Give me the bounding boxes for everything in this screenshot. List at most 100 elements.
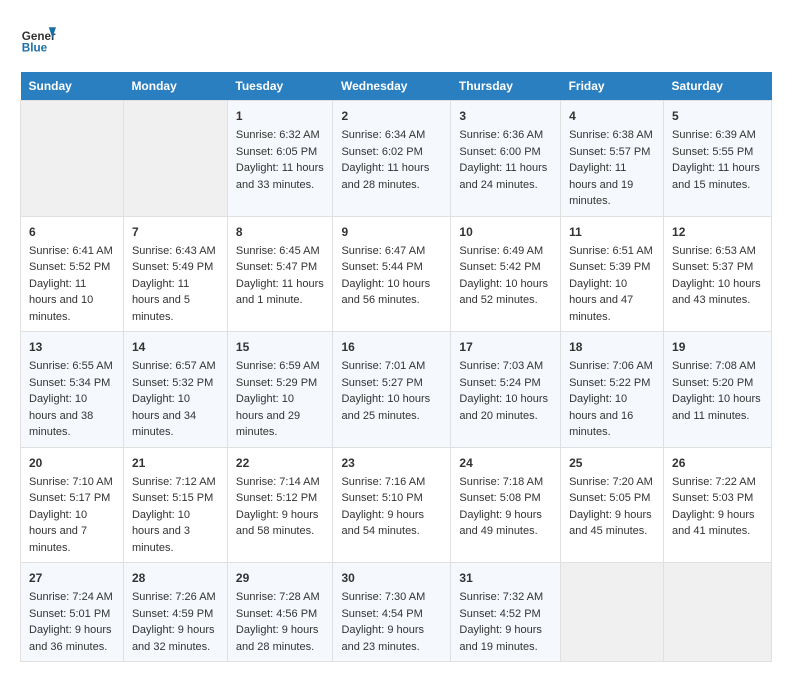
sunset-text: Sunset: 6:05 PM [236, 144, 325, 161]
sunset-text: Sunset: 5:47 PM [236, 259, 325, 276]
sunrise-text: Sunrise: 7:30 AM [341, 589, 442, 606]
logo: General Blue [20, 20, 56, 56]
sunset-text: Sunset: 5:03 PM [672, 490, 763, 507]
daylight-text: Daylight: 10 hours and 16 minutes. [569, 391, 655, 441]
calendar-cell: 29Sunrise: 7:28 AMSunset: 4:56 PMDayligh… [227, 563, 333, 662]
calendar-cell: 12Sunrise: 6:53 AMSunset: 5:37 PMDayligh… [664, 216, 772, 332]
day-number: 8 [236, 223, 325, 241]
sunset-text: Sunset: 5:01 PM [29, 606, 115, 623]
day-number: 25 [569, 454, 655, 472]
day-number: 15 [236, 338, 325, 356]
sunset-text: Sunset: 5:29 PM [236, 375, 325, 392]
header-thursday: Thursday [451, 72, 561, 101]
sunset-text: Sunset: 5:34 PM [29, 375, 115, 392]
calendar-cell: 18Sunrise: 7:06 AMSunset: 5:22 PMDayligh… [561, 332, 664, 448]
calendar-cell: 15 Sunrise: 6:59 AMSunset: 5:29 PMDayligh… [227, 332, 333, 448]
daylight-text: Daylight: 10 hours and 3 minutes. [132, 507, 219, 557]
logo-icon: General Blue [20, 20, 56, 56]
day-number: 28 [132, 569, 219, 587]
calendar-cell: 11Sunrise: 6:51 AMSunset: 5:39 PMDayligh… [561, 216, 664, 332]
sunset-text: Sunset: 5:12 PM [236, 490, 325, 507]
sunrise-text: Sunrise: 7:12 AM [132, 474, 219, 491]
calendar-cell: 28Sunrise: 7:26 AMSunset: 4:59 PMDayligh… [123, 563, 227, 662]
sunrise-text: Sunrise: 6:36 AM [459, 127, 552, 144]
daylight-text: Daylight: 9 hours and 36 minutes. [29, 622, 115, 655]
sunrise-text: Sunrise: 7:32 AM [459, 589, 552, 606]
sunset-text: Sunset: 4:59 PM [132, 606, 219, 623]
sunset-text: Sunset: 5:37 PM [672, 259, 763, 276]
calendar-cell: 26Sunrise: 7:22 AMSunset: 5:03 PMDayligh… [664, 447, 772, 563]
daylight-text: Daylight: 11 hours and 24 minutes. [459, 160, 552, 193]
day-number: 16 [341, 338, 442, 356]
calendar-cell [664, 563, 772, 662]
calendar-cell: 31Sunrise: 7:32 AMSunset: 4:52 PMDayligh… [451, 563, 561, 662]
sunrise-text: Sunrise: 7:28 AM [236, 589, 325, 606]
sunrise-text: Sunrise: 6:53 AM [672, 243, 763, 260]
daylight-text: Daylight: 10 hours and 7 minutes. [29, 507, 115, 557]
calendar-week-3: 13 Sunrise: 6:55 AMSunset: 5:34 PM Dayligh… [21, 332, 772, 448]
sunrise-text: Sunrise: 6:45 AM [236, 243, 325, 260]
sunrise-text: Sunrise: 6:39 AM [672, 127, 763, 144]
day-number: 5 [672, 107, 763, 125]
sunset-text: Sunset: 6:00 PM [459, 144, 552, 161]
header-monday: Monday [123, 72, 227, 101]
daylight-text: Daylight: 10 hours and 52 minutes. [459, 276, 552, 309]
sunrise-text: Sunrise: 6:49 AM [459, 243, 552, 260]
day-number: 10 [459, 223, 552, 241]
day-number: 4 [569, 107, 655, 125]
sunset-text: Sunset: 5:27 PM [341, 375, 442, 392]
sunrise-text: Sunrise: 6:59 AM [236, 358, 325, 375]
sunset-text: Sunset: 4:56 PM [236, 606, 325, 623]
calendar-cell [21, 101, 124, 217]
sunset-text: Sunset: 5:08 PM [459, 490, 552, 507]
daylight-text: Daylight: 9 hours and 49 minutes. [459, 507, 552, 540]
calendar-cell: 13Sunrise: 6:55 AMSunset: 5:34 PMDayligh… [21, 332, 124, 448]
sunset-text: Sunset: 5:32 PM [132, 375, 219, 392]
daylight-text: Daylight: 11 hours and 28 minutes. [341, 160, 442, 193]
daylight-text: Daylight: 9 hours and 19 minutes. [459, 622, 552, 655]
sunset-text: Sunset: 6:02 PM [341, 144, 442, 161]
sunset-text: Sunset: 5:22 PM [569, 375, 655, 392]
daylight-text: Daylight: 10 hours and 11 minutes. [672, 391, 763, 424]
calendar-cell: 1Sunrise: 6:32 AMSunset: 6:05 PMDaylight… [227, 101, 333, 217]
day-number: 7 [132, 223, 219, 241]
day-number: 24 [459, 454, 552, 472]
daylight-text: Daylight: 11 hours and 33 minutes. [236, 160, 325, 193]
sunset-text: Sunset: 5:20 PM [672, 375, 763, 392]
sunset-text: Sunset: 5:42 PM [459, 259, 552, 276]
sunset-text: Sunset: 5:10 PM [341, 490, 442, 507]
day-number: 21 [132, 454, 219, 472]
day-number: 3 [459, 107, 552, 125]
sunset-text: Sunset: 4:52 PM [459, 606, 552, 623]
calendar-cell: 25Sunrise: 7:20 AMSunset: 5:05 PMDayligh… [561, 447, 664, 563]
calendar-cell: 5Sunrise: 6:39 AMSunset: 5:55 PMDaylight… [664, 101, 772, 217]
calendar-cell: 3 Sunrise: 6:36 AMSunset: 6:00 PMDaylight… [451, 101, 561, 217]
daylight-text: Daylight: 10 hours and 43 minutes. [672, 276, 763, 309]
daylight-text: Daylight: 10 hours and 29 minutes. [236, 391, 325, 441]
calendar-cell: 14Sunrise: 6:57 AMSunset: 5:32 PMDayligh… [123, 332, 227, 448]
day-number: 13 [29, 338, 115, 356]
calendar-cell: 4Sunrise: 6:38 AMSunset: 5:57 PMDaylight… [561, 101, 664, 217]
sunrise-text: Sunrise: 6:47 AM [341, 243, 442, 260]
sunset-text: Sunset: 5:57 PM [569, 144, 655, 161]
header-tuesday: Tuesday [227, 72, 333, 101]
sunrise-text: Sunrise: 6:55 AM [29, 358, 115, 375]
sunset-text: Sunset: 5:17 PM [29, 490, 115, 507]
svg-text:Blue: Blue [22, 42, 48, 55]
daylight-text: Daylight: 9 hours and 41 minutes. [672, 507, 763, 540]
daylight-text: Daylight: 10 hours and 34 minutes. [132, 391, 219, 441]
day-number: 26 [672, 454, 763, 472]
sunrise-text: Sunrise: 7:14 AM [236, 474, 325, 491]
day-number: 23 [341, 454, 442, 472]
calendar-cell: 16 Sunrise: 7:01 AMSunset: 5:27 PMDayligh… [333, 332, 451, 448]
sunrise-text: Sunrise: 7:01 AM [341, 358, 442, 375]
daylight-text: Daylight: 9 hours and 54 minutes. [341, 507, 442, 540]
daylight-text: Daylight: 10 hours and 47 minutes. [569, 276, 655, 326]
calendar-cell: 8Sunrise: 6:45 AMSunset: 5:47 PMDaylight… [227, 216, 333, 332]
calendar-cell: 7Sunrise: 6:43 AMSunset: 5:49 PMDaylight… [123, 216, 227, 332]
header-friday: Friday [561, 72, 664, 101]
daylight-text: Daylight: 10 hours and 25 minutes. [341, 391, 442, 424]
header-saturday: Saturday [664, 72, 772, 101]
sunset-text: Sunset: 5:39 PM [569, 259, 655, 276]
calendar-cell: 2Sunrise: 6:34 AMSunset: 6:02 PMDaylight… [333, 101, 451, 217]
